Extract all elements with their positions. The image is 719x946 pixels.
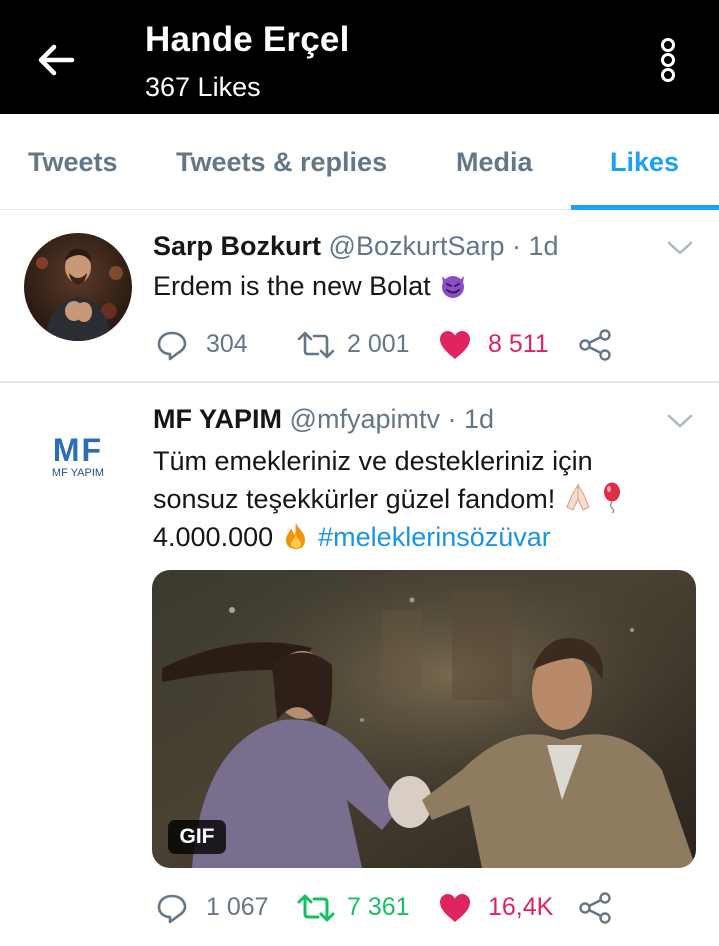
reply-count: 304 (206, 330, 248, 358)
tweet-text-content: 4.000.000 (153, 522, 274, 552)
tweet[interactable]: Sarp Bozkurt @BozkurtSarp · 1d Erdem is … (0, 211, 719, 383)
retweet-count: 7 361 (347, 893, 410, 921)
folded-hands-emoji (566, 483, 590, 511)
tweet-text-content: sonsuz teşekkürler güzel fandom! (153, 484, 556, 514)
more-button[interactable] (651, 36, 685, 84)
tweet-text-line: 4.000.000 #meleklerinsözüvar (153, 518, 551, 556)
tweet-time: · 1d (447, 404, 495, 434)
profile-name: Hande Erçel (145, 20, 350, 59)
author-name[interactable]: MF YAPIM (153, 404, 282, 434)
arrow-left-icon (38, 44, 75, 76)
fire-emoji (285, 523, 305, 549)
tab-likes[interactable]: Likes (610, 147, 679, 178)
heart-filled-icon[interactable] (438, 329, 472, 361)
tweet-actions: 1 067 7 361 16,4K (0, 888, 719, 928)
tweet-text-content: Erdem is the new Bolat (153, 271, 431, 301)
gif-preview-image (152, 570, 696, 868)
likes-count: 367 Likes (145, 72, 261, 102)
reply-icon[interactable] (156, 329, 188, 361)
tweet-text-line: Tüm emekleriniz ve destekleriniz için (153, 446, 593, 476)
tweet-actions: 304 2 001 8 511 (0, 325, 719, 365)
smiling-devil-emoji (442, 276, 465, 298)
profile-header: Hande Erçel 367 Likes (0, 0, 719, 114)
like-count: 8 511 (488, 330, 549, 358)
gif-badge: GIF (168, 820, 226, 854)
share-icon[interactable] (578, 892, 612, 924)
balloon-emoji (604, 482, 621, 513)
tweet-header: Sarp Bozkurt @BozkurtSarp · 1d (153, 231, 559, 262)
heart-filled-icon[interactable] (438, 892, 472, 924)
chevron-down-icon[interactable] (666, 239, 694, 257)
avatar[interactable]: MF MF YAPIM (42, 432, 114, 479)
chevron-down-icon[interactable] (666, 412, 694, 430)
mf-yapim-logo: MF MF YAPIM (46, 432, 110, 479)
logo-caption-text: MF YAPIM (52, 467, 104, 478)
more-vertical-icon (661, 38, 675, 82)
tweet[interactable]: MF MF YAPIM MF YAPIM @mfyapimtv · 1d Tüm… (0, 384, 719, 946)
retweet-count: 2 001 (347, 330, 410, 358)
reply-count: 1 067 (206, 893, 269, 921)
hashtag-link[interactable]: #meleklerinsözüvar (318, 522, 551, 552)
tab-tweets[interactable]: Tweets (28, 147, 118, 178)
tab-media[interactable]: Media (456, 147, 533, 178)
like-count: 16,4K (488, 893, 554, 921)
share-icon[interactable] (578, 329, 612, 361)
author-handle[interactable]: @mfyapimtv (290, 404, 440, 434)
tweet-text-line: sonsuz teşekkürler güzel fandom! (153, 480, 624, 518)
tweet-text: Erdem is the new Bolat (153, 267, 468, 305)
retweet-icon[interactable] (296, 329, 336, 361)
author-name[interactable]: Sarp Bozkurt (153, 231, 321, 261)
gif-media[interactable]: GIF (152, 570, 696, 868)
back-button[interactable] (30, 38, 82, 82)
active-tab-indicator (571, 205, 719, 210)
retweet-active-icon[interactable] (296, 892, 336, 924)
logo-mark-text: MF (53, 432, 103, 468)
author-handle[interactable]: @BozkurtSarp (329, 231, 505, 261)
tweet-time: · 1d (512, 231, 559, 261)
tweet-header: MF YAPIM @mfyapimtv · 1d (153, 404, 494, 435)
tab-tweets-replies[interactable]: Tweets & replies (176, 147, 387, 178)
profile-tabs: Tweets Tweets & replies Media Likes (0, 114, 719, 210)
reply-icon[interactable] (156, 892, 188, 924)
